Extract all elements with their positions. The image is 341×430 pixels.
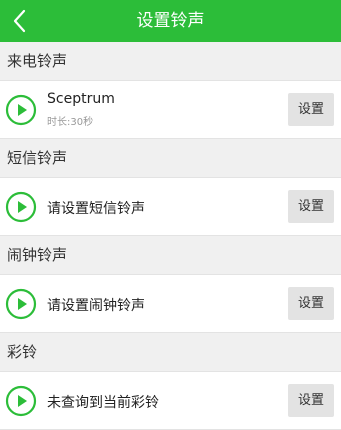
set-button-call[interactable]: 设置 [288,93,334,126]
play-circle-icon [5,94,37,126]
section-heading-sms-label: 短信铃声 [7,149,68,167]
section-heading-color-ring: 彩铃 [0,333,341,371]
play-circle-icon [5,288,37,320]
ringtone-name-alarm: 请设置闹钟铃声 [47,298,145,314]
app-header: 设置铃声 [0,0,341,42]
play-button-color-ring[interactable] [5,385,37,417]
ringtone-row-call: Sceptrum 时长:30秒 设置 [0,80,341,139]
section-heading-call-label: 来电铃声 [7,52,68,70]
ringtone-row-sms: 请设置短信铃声 设置 [0,177,341,236]
ringtone-name-call: Sceptrum [47,91,115,107]
section-heading-alarm-label: 闹钟铃声 [7,246,68,264]
play-circle-icon [5,385,37,417]
play-button-sms[interactable] [5,191,37,223]
set-button-color-ring[interactable]: 设置 [288,384,334,417]
play-circle-icon [5,191,37,223]
section-heading-sms: 短信铃声 [0,139,341,177]
section-heading-alarm: 闹钟铃声 [0,236,341,274]
ringtone-row-alarm: 请设置闹钟铃声 设置 [0,274,341,333]
play-button-call[interactable] [5,94,37,126]
page-title: 设置铃声 [136,11,205,31]
section-heading-color-ring-label: 彩铃 [7,343,38,361]
ringtone-name-color-ring: 未查询到当前彩铃 [47,395,159,411]
set-button-sms[interactable]: 设置 [288,190,334,223]
ringtone-row-color-ring: 未查询到当前彩铃 设置 [0,371,341,430]
set-button-alarm[interactable]: 设置 [288,287,334,320]
section-heading-call: 来电铃声 [0,42,341,80]
ringtone-duration-call: 时长:30秒 [47,117,94,128]
play-button-alarm[interactable] [5,288,37,320]
ringtone-name-sms: 请设置短信铃声 [47,201,145,217]
